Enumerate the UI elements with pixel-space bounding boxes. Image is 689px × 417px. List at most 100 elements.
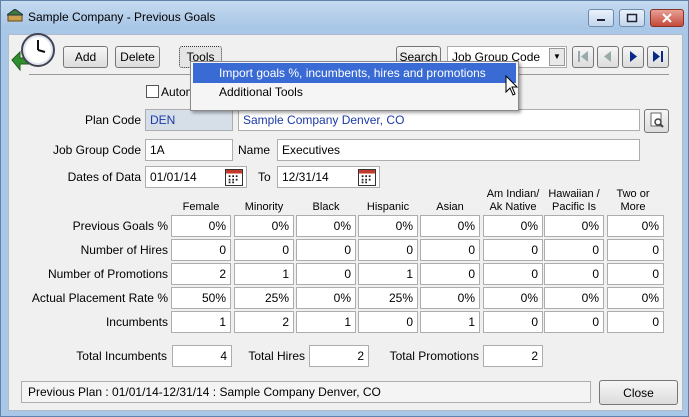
grid-cell[interactable]: 1 [171,311,231,333]
grid-cell[interactable]: 1 [420,311,480,333]
last-icon [653,51,663,62]
window-title: Sample Company - Previous Goals [28,10,216,24]
grid-cell[interactable]: 0% [358,215,418,237]
date-to-value: 12/31/14 [282,170,329,184]
date-from-field[interactable]: 01/01/14 [145,166,247,188]
grid-cell[interactable]: 0 [420,239,480,261]
maximize-button[interactable] [619,9,645,27]
calendar-icon[interactable] [225,169,243,186]
grid-cell[interactable]: 0% [483,215,543,237]
total-promotions-label: Total Promotions [389,349,479,363]
title-bar: Sample Company - Previous Goals [1,1,688,29]
grid-cell[interactable]: 0% [171,215,231,237]
grid-cell[interactable]: 2 [234,311,294,333]
grid-cell[interactable]: 0 [234,239,294,261]
grid-cell[interactable]: 0 [607,311,664,333]
name-field[interactable]: Executives [277,139,640,161]
grid-cell[interactable]: 0% [607,287,664,309]
total-incumbents-label: Total Incumbents [76,349,167,363]
grid-cell[interactable]: 1 [358,263,418,285]
grid-cell[interactable]: 0% [420,287,480,309]
grid-cell[interactable]: 0 [420,263,480,285]
grid-cell[interactable]: 0 [483,239,543,261]
grid-cell[interactable]: 50% [171,287,231,309]
row-label: Number of Promotions [47,267,168,281]
column-header: Minority [244,201,284,213]
grid-cell[interactable]: 0% [544,215,604,237]
calendar-icon[interactable] [358,169,376,186]
minimize-icon [597,19,605,21]
close-window-button[interactable] [650,9,684,27]
column-header: Hawaiian / Pacific Is [548,188,600,213]
dates-of-data-label: Dates of Data [67,170,141,184]
column-header: Asian [436,201,464,213]
grid-cell[interactable]: 0% [234,215,294,237]
column-header: Hispanic [366,201,410,213]
lookup-icon [650,112,664,128]
next-icon [630,51,637,62]
previous-record-button[interactable] [597,46,619,68]
first-icon [578,51,588,62]
chevron-down-icon: ▼ [549,48,565,66]
grid-cell[interactable]: 0 [296,263,356,285]
plan-code-field[interactable]: DEN [145,109,233,131]
grid-cell[interactable]: 0 [358,311,418,333]
last-record-button[interactable] [647,46,669,68]
next-record-button[interactable] [622,46,644,68]
column-header: Two or More [616,188,650,213]
row-label: Number of Hires [80,243,168,257]
job-group-code-field[interactable]: 1A [145,139,233,161]
add-button[interactable]: Add [63,46,108,68]
tools-dropdown-menu: Import goals %, incumbents, hires and pr… [190,61,519,111]
grid-cell[interactable]: 0% [544,287,604,309]
grid-cell[interactable]: 0% [296,287,356,309]
column-header: Am Indian/ Ak Native [486,188,540,213]
app-icon [7,9,23,22]
menu-item-additional-tools[interactable]: Additional Tools [193,82,516,102]
row-label: Actual Placement Rate % [31,291,168,305]
auto-checkbox[interactable] [146,85,159,98]
job-group-code-label: Job Group Code [52,143,141,157]
grid-cell[interactable]: 0 [544,263,604,285]
plan-lookup-button[interactable] [644,109,669,133]
plan-name-field[interactable]: Sample Company Denver, CO [238,109,640,131]
grid-cell[interactable]: 0 [358,239,418,261]
grid-cell[interactable]: 0 [483,263,543,285]
row-label: Incumbents [105,315,168,329]
grid-cell[interactable]: 0% [483,287,543,309]
first-record-button[interactable] [572,46,594,68]
date-to-field[interactable]: 12/31/14 [277,166,380,188]
row-label: Previous Goals % [72,219,168,233]
clock-icon [11,33,55,72]
delete-button[interactable]: Delete [115,46,160,68]
maximize-icon [626,13,638,23]
grid-cell[interactable]: 2 [171,263,231,285]
previous-goals-window: Sample Company - Previous Goals Add Dele… [0,0,689,417]
total-incumbents-field[interactable]: 4 [172,345,232,367]
grid-cell[interactable]: 25% [234,287,294,309]
total-promotions-field[interactable]: 2 [483,345,543,367]
grid-cell[interactable]: 0 [544,239,604,261]
grid-cell[interactable]: 1 [296,311,356,333]
menu-item-import-goals[interactable]: Import goals %, incumbents, hires and pr… [193,63,516,83]
status-bar: Previous Plan : 01/01/14-12/31/14 : Samp… [21,381,591,403]
total-hires-field[interactable]: 2 [309,345,369,367]
grid-cell[interactable]: 0% [420,215,480,237]
grid-cell[interactable]: 0 [607,263,664,285]
minimize-button[interactable] [588,9,614,27]
grid-cell[interactable]: 25% [358,287,418,309]
plan-code-label: Plan Code [84,113,141,127]
grid-cell[interactable]: 0 [544,311,604,333]
grid-cell[interactable]: 1 [234,263,294,285]
grid-cell[interactable]: 0 [607,239,664,261]
grid-cell[interactable]: 0% [296,215,356,237]
name-label: Name [238,143,271,157]
grid-cell[interactable]: 0 [296,239,356,261]
grid-cell[interactable]: 0 [483,311,543,333]
grid-cell[interactable]: 0 [171,239,231,261]
mouse-cursor-icon [505,75,519,96]
total-hires-label: Total Hires [248,349,305,363]
grid-cell[interactable]: 0% [607,215,664,237]
close-icon [662,13,672,23]
close-button[interactable]: Close [599,380,678,405]
